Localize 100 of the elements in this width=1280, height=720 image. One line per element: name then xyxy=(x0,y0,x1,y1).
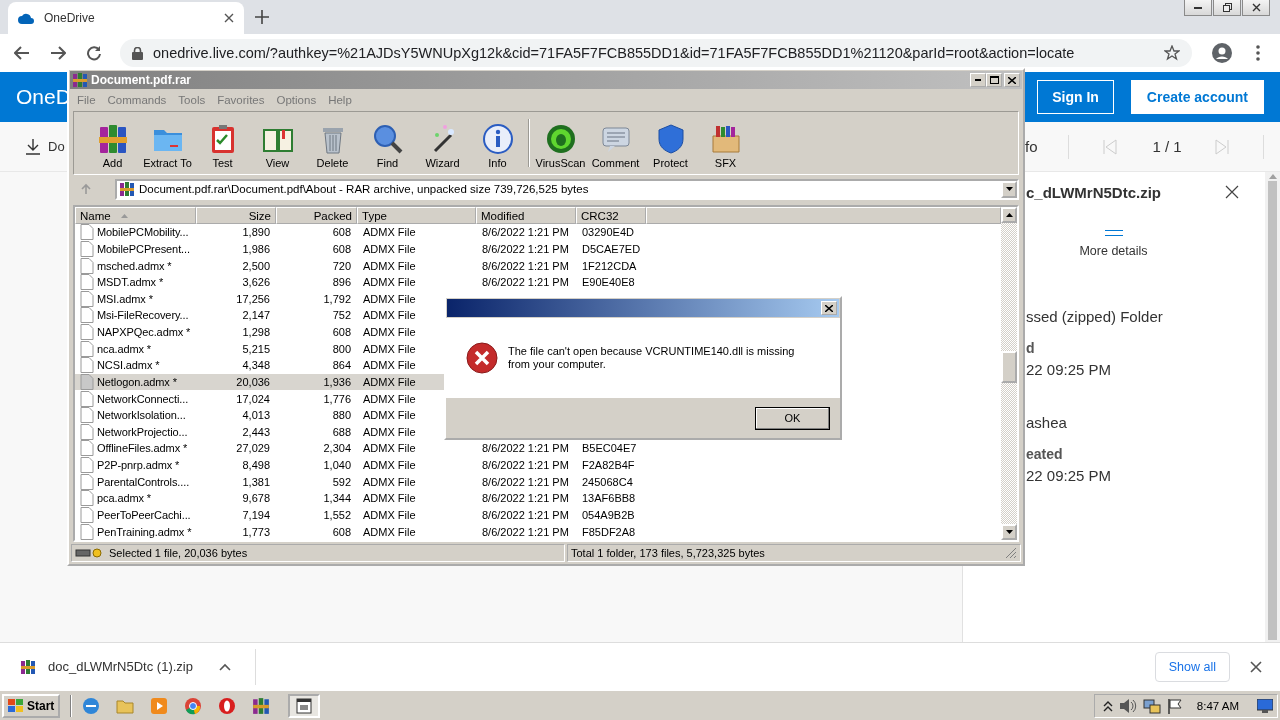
crc-cell-text: B5EC04E7 xyxy=(581,441,638,457)
column-header[interactable]: Size xyxy=(196,207,276,224)
file-entry[interactable]: NAPXPQec.admx * xyxy=(75,323,196,341)
file-name: NAPXPQec.admx * xyxy=(97,326,191,339)
packed-size-cell-text: 1,040 xyxy=(322,458,352,474)
toolbar-button[interactable]: Wizard xyxy=(415,114,470,172)
toolbar-label[interactable]: Do xyxy=(48,139,65,154)
type-cell-text: ADMX File xyxy=(362,391,417,407)
file-icon xyxy=(80,357,94,374)
file-entry[interactable]: nca.admx * xyxy=(75,340,196,357)
file-name: Msi-FileRecovery... xyxy=(97,309,189,322)
star-icon[interactable] xyxy=(1164,45,1180,61)
file-name: NCSI.admx * xyxy=(97,359,160,372)
file-name: NetworkConnecti... xyxy=(97,392,189,405)
toolbar-button[interactable]: Add xyxy=(85,114,140,172)
size-cell-text: 1,890 xyxy=(241,225,271,241)
size-cell-text: 27,029 xyxy=(235,441,271,457)
file-entry[interactable]: PeerToPeerCachi... xyxy=(75,506,196,524)
browser-tab[interactable]: OneDrive xyxy=(8,2,244,34)
toolbar-button[interactable]: Comment xyxy=(588,114,643,172)
column-header[interactable]: Modified xyxy=(476,207,576,224)
close-icon[interactable] xyxy=(224,13,234,23)
toolbar-button[interactable]: Find xyxy=(360,114,415,172)
new-tab-icon[interactable] xyxy=(255,10,269,24)
size-cell-text: 5,215 xyxy=(241,341,271,357)
file-name: MSDT.admx * xyxy=(97,276,164,289)
archive-icon xyxy=(119,181,135,197)
caret-up-icon[interactable] xyxy=(218,662,231,671)
sign-in-button[interactable]: Sign In xyxy=(1037,80,1114,114)
close-icon[interactable] xyxy=(1225,185,1239,199)
crc-cell-text: 03290E4D xyxy=(581,225,635,241)
network-icon[interactable] xyxy=(1142,697,1161,714)
scrollbar[interactable] xyxy=(1265,172,1280,642)
speaker-icon[interactable] xyxy=(1118,697,1137,714)
file-entry[interactable]: ParentalControls.... xyxy=(75,473,196,490)
file-entry[interactable]: NCSI.admx * xyxy=(75,357,196,374)
type-cell-text: ADMX File xyxy=(362,225,417,241)
maximize-button[interactable] xyxy=(1213,0,1241,16)
start-button[interactable]: Start xyxy=(2,693,61,718)
type-cell-text: ADMX File xyxy=(362,291,417,307)
minimize-button[interactable] xyxy=(1184,0,1212,16)
taskbar-window-button[interactable] xyxy=(288,693,321,718)
close-button[interactable] xyxy=(1242,0,1270,16)
download-file-name[interactable]: doc_dLWMrN5Dtc (1).zip xyxy=(48,659,193,674)
file-entry[interactable]: MobilePCMobility... xyxy=(75,224,196,241)
file-entry[interactable]: MSDT.admx * xyxy=(75,273,196,291)
toolbar-button[interactable]: Extract To xyxy=(140,114,195,172)
size-cell-text: 8,498 xyxy=(241,458,271,474)
scroll-thumb[interactable] xyxy=(1001,351,1017,383)
flag-icon[interactable] xyxy=(1166,697,1183,714)
file-entry[interactable]: Netlogon.admx * xyxy=(75,373,196,391)
file-entry[interactable]: Msi-FileRecovery... xyxy=(75,307,196,324)
modified-cell-text: 8/6/2022 1:21 PM xyxy=(481,275,570,291)
file-entry[interactable]: NetworkConnecti... xyxy=(75,390,196,407)
address-bar[interactable]: onedrive.live.com/?authkey=%21AJDsY5WNUpXg12k&cid=71FA5F7FCB855DD1&id=71FA5F7FCB855DD1%21120&parId=root&action=locate xyxy=(120,39,1192,67)
file-entry[interactable]: NetworkProjectio... xyxy=(75,423,196,441)
modified-cell-text: 8/6/2022 1:21 PM xyxy=(481,491,570,507)
more-details-link[interactable]: More details xyxy=(1079,244,1148,258)
create-account-button[interactable]: Create account xyxy=(1130,80,1264,114)
toolbar-button[interactable]: Test xyxy=(195,114,250,172)
packed-size-cell-text: 608 xyxy=(331,225,352,241)
download-icon xyxy=(26,138,40,155)
lines-icon[interactable] xyxy=(1104,230,1123,236)
toolbar-button[interactable]: VirusScan xyxy=(533,114,588,172)
file-entry[interactable]: PenTraining.admx * xyxy=(75,523,196,540)
packed-size-cell-text: 608 xyxy=(331,241,352,257)
column-header[interactable]: Packed xyxy=(276,207,357,224)
column-header[interactable]: Type xyxy=(357,207,476,224)
scrollbar[interactable] xyxy=(1001,207,1017,540)
toolbar-button[interactable]: View xyxy=(250,114,305,172)
file-entry[interactable]: MobilePCPresent... xyxy=(75,240,196,258)
file-entry[interactable]: NetworkIsolation... xyxy=(75,406,196,424)
toolbar-button[interactable]: SFX xyxy=(698,114,753,172)
packed-size-cell-text: 896 xyxy=(331,275,352,291)
show-all-button[interactable]: Show all xyxy=(1154,651,1230,682)
column-header[interactable]: CRC32 xyxy=(576,207,646,224)
file-icon xyxy=(80,473,94,490)
toolbar-button[interactable]: Protect xyxy=(643,114,698,172)
toolbar-button[interactable]: Info xyxy=(470,114,525,172)
status-text: Total 1 folder, 173 files, 5,723,325 bytes xyxy=(571,547,766,559)
ok-button[interactable]: OK xyxy=(755,406,830,430)
toolbar-label[interactable]: fo xyxy=(1025,138,1038,155)
toolbar-button[interactable]: Delete xyxy=(305,114,360,172)
show-desktop-icon[interactable] xyxy=(1257,698,1273,713)
file-entry[interactable]: MSI.admx * xyxy=(75,290,196,308)
file-name: NetworkIsolation... xyxy=(97,409,186,422)
file-entry[interactable]: pca.admx * xyxy=(75,490,196,507)
type-cell-text: ADMX File xyxy=(362,408,417,424)
file-entry[interactable]: OfflineFiles.admx * xyxy=(75,440,196,457)
path-field[interactable]: Document.pdf.rar\Document.pdf\About - RAR archive, unpacked size 739,726,525 bytes xyxy=(115,178,1019,200)
column-header[interactable]: Name xyxy=(75,207,196,224)
file-entry[interactable]: msched.admx * xyxy=(75,257,196,274)
reload-icon xyxy=(86,45,102,61)
dropdown-arrow-icon xyxy=(1005,187,1013,191)
error-icon xyxy=(466,342,498,374)
file-name: P2P-pnrp.admx * xyxy=(97,459,180,472)
chevron-up-icon[interactable] xyxy=(1102,699,1113,712)
minimize-icon xyxy=(1194,6,1202,9)
packed-size-cell-text: 1,552 xyxy=(322,507,352,523)
file-entry[interactable]: P2P-pnrp.admx * xyxy=(75,456,196,474)
